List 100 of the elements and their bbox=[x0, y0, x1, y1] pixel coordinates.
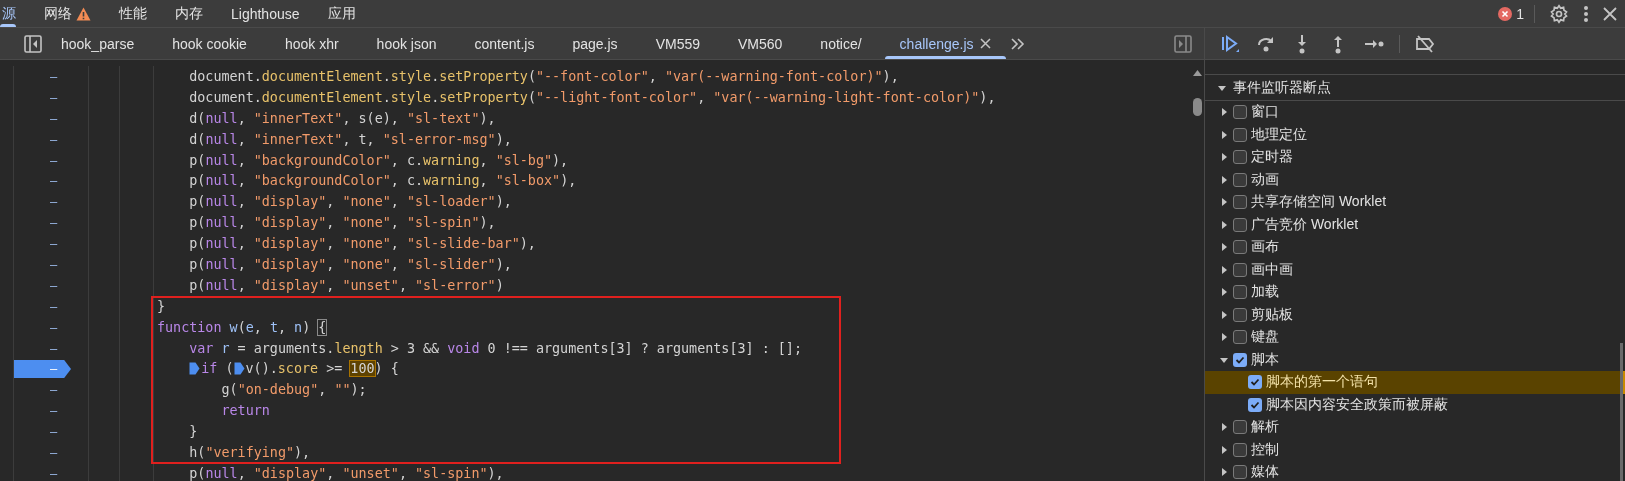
breakpoint-label: 键盘 bbox=[1251, 328, 1279, 347]
file-tab[interactable]: hook xhr bbox=[265, 28, 358, 59]
caret-icon[interactable] bbox=[1219, 309, 1229, 320]
code-line: g("on-debug", ""); bbox=[220, 382, 367, 398]
code-line: p(null, "display", "none", "sl-loader"), bbox=[188, 194, 512, 210]
scroll-up-icon[interactable] bbox=[1193, 70, 1202, 76]
caret-icon[interactable] bbox=[1219, 219, 1229, 230]
breakpoint-label: 广告竞价 Worklet bbox=[1251, 215, 1359, 234]
caret-icon[interactable] bbox=[1219, 242, 1229, 253]
file-tab[interactable]: challenge.js bbox=[880, 28, 1010, 59]
checkbox[interactable] bbox=[1233, 195, 1247, 210]
code-line: d(null, "innerText", s(e), "sl-text"), bbox=[188, 110, 496, 126]
breakpoint-label: 定时器 bbox=[1251, 148, 1293, 167]
code-line: p(null, "display", "none", "sl-slide-bar"), bbox=[188, 236, 536, 252]
resume-icon[interactable] bbox=[1219, 32, 1241, 55]
caret-icon[interactable] bbox=[1219, 332, 1229, 343]
breakpoint-label: 脚本因内容安全政策而被屏蔽 bbox=[1266, 395, 1448, 414]
caret-icon[interactable] bbox=[1219, 107, 1229, 118]
panel-tab[interactable]: 内存 bbox=[161, 0, 217, 27]
section-header[interactable]: 事件监听器断点 bbox=[1205, 75, 1625, 101]
checkbox[interactable] bbox=[1248, 375, 1262, 390]
sidebar-toggle-icon[interactable] bbox=[1174, 34, 1192, 53]
caret-icon[interactable] bbox=[1219, 174, 1229, 185]
checkbox[interactable] bbox=[1233, 217, 1247, 232]
file-tab[interactable]: notice/ bbox=[801, 28, 881, 59]
panel-tab[interactable]: 性能 bbox=[105, 0, 161, 27]
checkbox[interactable] bbox=[1233, 150, 1247, 165]
checkbox[interactable] bbox=[1233, 240, 1247, 255]
code-line: p(null, "display", "unset", "sl-error") bbox=[188, 277, 504, 293]
panel-tab[interactable]: Lighthouse bbox=[217, 0, 314, 27]
line-marker: – bbox=[49, 444, 58, 460]
inline-breakpoint-icon[interactable] bbox=[233, 362, 245, 376]
line-marker: – bbox=[49, 215, 58, 231]
line-marker: – bbox=[49, 236, 58, 252]
scrollbar-thumb[interactable] bbox=[1620, 343, 1623, 481]
caret-icon[interactable] bbox=[1219, 197, 1229, 208]
checkbox[interactable] bbox=[1233, 285, 1247, 300]
file-tab[interactable]: content.js bbox=[455, 28, 554, 59]
breakpoint-label: 窗口 bbox=[1251, 103, 1279, 122]
line-marker: – bbox=[49, 403, 58, 419]
code-line: p(null, "display", "none", "sl-slider"), bbox=[188, 256, 512, 272]
panel-tab[interactable]: 网络 bbox=[30, 0, 105, 27]
breakpoint-label: 脚本的第一个语句 bbox=[1266, 373, 1378, 392]
caret-icon[interactable] bbox=[1219, 467, 1229, 478]
caret-icon[interactable] bbox=[1219, 287, 1229, 298]
file-tab[interactable]: hook cookie bbox=[153, 28, 266, 59]
settings-icon[interactable] bbox=[1549, 3, 1569, 24]
line-marker: – bbox=[49, 256, 58, 272]
file-tab[interactable]: VM559 bbox=[636, 28, 719, 59]
file-tab[interactable]: hook json bbox=[357, 28, 456, 59]
breakpoint-label: 画中画 bbox=[1251, 260, 1293, 279]
breakpoint-label: 脚本 bbox=[1251, 350, 1279, 369]
line-marker: – bbox=[49, 68, 58, 84]
caret-icon[interactable] bbox=[1219, 444, 1229, 455]
line-marker: – bbox=[49, 319, 58, 335]
panel-tab[interactable]: 源 bbox=[0, 0, 30, 27]
code-line: var r = arguments.length > 3 && void 0 !== arguments[3] ? arguments[3] : []; bbox=[188, 340, 802, 356]
checkbox[interactable] bbox=[1248, 397, 1262, 412]
breakpoint-label: 动画 bbox=[1251, 170, 1279, 189]
line-marker: – bbox=[49, 89, 58, 105]
checkbox[interactable] bbox=[1233, 442, 1247, 457]
file-tab[interactable]: page.js bbox=[553, 28, 637, 59]
checkbox[interactable] bbox=[1233, 465, 1247, 480]
caret-icon[interactable] bbox=[1219, 422, 1229, 433]
caret-icon[interactable] bbox=[1219, 264, 1229, 275]
close-icon[interactable] bbox=[1603, 6, 1617, 21]
line-marker: – bbox=[49, 277, 58, 293]
checkbox[interactable] bbox=[1233, 172, 1247, 187]
check-icon bbox=[1250, 399, 1260, 410]
error-count[interactable]: 1 bbox=[1498, 4, 1535, 23]
checkbox[interactable] bbox=[1233, 307, 1247, 322]
code-line: h("verifying"), bbox=[188, 444, 311, 460]
checkbox[interactable] bbox=[1233, 105, 1247, 120]
caret-icon[interactable] bbox=[1219, 152, 1229, 163]
more-tabs-icon[interactable] bbox=[1009, 36, 1026, 51]
line-marker: – bbox=[49, 465, 58, 481]
check-icon bbox=[1235, 354, 1245, 365]
code-line: if ( bbox=[201, 361, 234, 377]
breakpoint-label: 媒体 bbox=[1251, 463, 1279, 481]
checkbox[interactable] bbox=[1233, 420, 1247, 435]
breakpoint-label: 画布 bbox=[1251, 238, 1279, 257]
code-line: } bbox=[188, 424, 198, 440]
check-icon bbox=[1250, 377, 1260, 388]
checkbox[interactable] bbox=[1233, 330, 1247, 345]
inline-breakpoint-icon[interactable] bbox=[189, 362, 201, 376]
scrollbar-thumb[interactable] bbox=[1193, 98, 1202, 116]
file-tab[interactable]: VM560 bbox=[719, 28, 802, 59]
panel-tab[interactable]: 应用 bbox=[313, 0, 370, 27]
caret-icon[interactable] bbox=[1219, 129, 1229, 140]
file-tab[interactable]: hook_parse bbox=[42, 28, 154, 59]
more-icon[interactable] bbox=[1583, 4, 1589, 23]
breakpoint-label: 控制 bbox=[1251, 440, 1279, 459]
code-line: v().score >= 100) { bbox=[245, 361, 399, 377]
checkbox[interactable] bbox=[1233, 352, 1247, 367]
close-icon[interactable] bbox=[979, 38, 991, 49]
checkbox[interactable] bbox=[1233, 127, 1247, 142]
sidebar-toggle-icon[interactable] bbox=[24, 34, 42, 53]
code-line: document.documentElement.style.setProperty("--font-color", "var(--warning-font-color)"), bbox=[188, 68, 899, 84]
line-marker: – bbox=[49, 110, 58, 126]
checkbox[interactable] bbox=[1233, 262, 1247, 277]
